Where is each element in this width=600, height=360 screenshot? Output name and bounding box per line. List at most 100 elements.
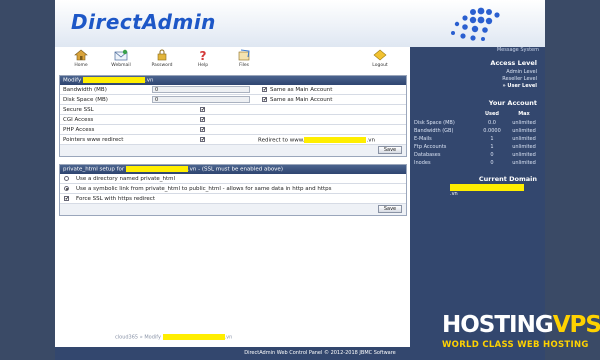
private-option-symlink-radio[interactable] — [64, 186, 69, 191]
pointers-checkbox[interactable]: ✔ — [200, 137, 205, 143]
usage-name[interactable]: Databases — [414, 152, 440, 158]
bandwidth-same-checkbox[interactable]: ✔ — [262, 87, 267, 93]
usage-max: unlimited — [512, 160, 536, 166]
help-icon: ? — [200, 49, 207, 61]
header: DirectAdmin — [55, 0, 545, 47]
pointers-label: Pointers www redirect — [63, 137, 124, 143]
disk-row: Disk Space (MB) 0 ✔ Same as Main Account — [60, 95, 406, 105]
modify-save-button[interactable]: Save — [378, 146, 402, 154]
webmail-button[interactable]: Webmail — [103, 49, 139, 68]
logout-button[interactable]: Logout — [362, 49, 398, 68]
pointers-row: Pointers www redirect ✔ Redirect to www.… — [60, 135, 406, 145]
breadcrumb-domain-redaction — [162, 334, 225, 340]
usage-row: Inodes 0 unlimited — [414, 160, 544, 168]
bandwidth-label: Bandwidth (MB) — [63, 87, 107, 93]
ssl-row: Secure SSL ✔ — [60, 105, 406, 115]
access-level-user[interactable]: » User Level — [502, 83, 537, 89]
password-label: Password — [151, 63, 173, 68]
usage-used: 1 — [490, 136, 494, 142]
modify-domain-panel: Modify .vn Bandwidth (MB) 0 ✔ Same as Ma… — [59, 75, 407, 157]
redirect-domain-redaction — [304, 137, 367, 143]
bandwidth-row: Bandwidth (MB) 0 ✔ Same as Main Account — [60, 85, 406, 95]
bandwidth-input[interactable]: 0 — [152, 86, 250, 93]
current-domain-suffix: .vn — [450, 191, 458, 197]
usage-used: 1 — [490, 144, 494, 150]
usage-row: Disk Space (MB) 0.0 unlimited — [414, 120, 544, 128]
php-label: PHP Access — [63, 127, 95, 133]
toolbar: Home Webmail Password ? Help Files Logou… — [55, 47, 410, 73]
private-option-row: ✔ Force SSL with https redirect — [60, 194, 406, 204]
usage-used: 0.0 — [488, 120, 496, 126]
disk-same-checkbox[interactable]: ✔ — [262, 97, 267, 103]
private-html-panel: private_html setup for .vn - (SSL must b… — [59, 164, 407, 216]
files-button[interactable]: Files — [226, 49, 262, 68]
max-header: Max — [518, 111, 530, 117]
brand-part1: HOSTING — [442, 312, 554, 338]
disk-same-label: Same as Main Account — [270, 97, 333, 103]
breadcrumb-root[interactable]: cloud365 — [115, 335, 138, 341]
usage-row: Databases 0 unlimited — [414, 152, 544, 160]
access-level-reseller[interactable]: Reseller Level — [502, 76, 537, 82]
ssl-label: Secure SSL — [63, 107, 94, 113]
message-system-link[interactable]: Message System — [497, 47, 539, 53]
help-button[interactable]: ? Help — [185, 49, 221, 68]
redirect-label: Redirect to www. .vn — [258, 137, 375, 144]
webmail-icon — [114, 49, 128, 61]
home-icon — [74, 49, 88, 61]
private-button-row: Save — [60, 204, 406, 215]
usage-name[interactable]: E-Mails — [414, 136, 432, 142]
modify-title-prefix: Modify — [63, 77, 82, 84]
usage-name: Inodes — [414, 160, 431, 166]
domain-redaction — [82, 77, 145, 83]
usage-name: Disk Space (MB) — [414, 120, 455, 126]
modify-title-suffix: .vn — [144, 77, 154, 84]
modify-panel-header: Modify .vn — [60, 76, 406, 85]
breadcrumb-arrow: » — [139, 334, 143, 341]
disk-input[interactable]: 0 — [152, 96, 250, 103]
force-ssl-checkbox[interactable]: ✔ — [64, 196, 69, 202]
ssl-checkbox[interactable]: ✔ — [200, 107, 205, 113]
files-icon — [238, 49, 250, 61]
logout-label: Logout — [372, 63, 388, 68]
svg-text:?: ? — [200, 49, 207, 61]
usage-used: 0 — [490, 152, 494, 158]
access-level-title: Access Level — [490, 59, 537, 67]
home-label: Home — [74, 63, 88, 68]
logout-icon — [373, 49, 387, 61]
usage-used: 0 — [490, 160, 494, 166]
access-level-admin[interactable]: Admin Level — [506, 69, 537, 75]
private-option-row: Use a directory named private_html — [60, 174, 406, 184]
help-label: Help — [197, 63, 209, 68]
breadcrumb-suffix: .vn — [224, 334, 233, 341]
current-domain-title: Current Domain — [478, 175, 537, 183]
private-html-title-prefix: private_html setup for — [63, 166, 125, 173]
force-ssl-label: Force SSL with https redirect — [76, 196, 155, 202]
current-domain[interactable]: .vn — [450, 184, 530, 197]
usage-row: Bandwidth (GB) 0.0000 unlimited — [414, 128, 544, 136]
home-button[interactable]: Home — [63, 49, 99, 68]
usage-name[interactable]: Ftp Accounts — [414, 144, 446, 150]
files-label: Files — [239, 63, 249, 68]
bandwidth-same-label: Same as Main Account — [270, 87, 333, 93]
usage-used: 0.0000 — [483, 128, 501, 134]
private-save-button[interactable]: Save — [378, 205, 402, 213]
cgi-checkbox[interactable]: ✔ — [200, 117, 205, 123]
webmail-label: Webmail — [111, 63, 131, 68]
usage-max: unlimited — [512, 144, 536, 150]
private-option-row: Use a symbolic link from private_html to… — [60, 184, 406, 194]
private-option-directory-radio[interactable] — [64, 176, 69, 181]
disk-label: Disk Space (MB) — [63, 97, 108, 103]
php-checkbox[interactable]: ✔ — [200, 127, 205, 133]
redirect-prefix: Redirect to www. — [258, 137, 305, 144]
brand-tagline: WORLD CLASS WEB HOSTING — [442, 340, 589, 350]
cgi-label: CGI Access — [63, 117, 94, 123]
brand-part2: VPS — [552, 312, 600, 338]
page-frame: DirectAdmin Home Webmail Password ? Help… — [55, 0, 545, 360]
used-header: Used — [484, 111, 499, 117]
breadcrumb: cloud365 » Modify .vn — [115, 334, 232, 341]
private-html-header: private_html setup for .vn - (SSL must b… — [60, 165, 406, 174]
breadcrumb-page[interactable]: Modify — [144, 335, 161, 341]
password-button[interactable]: Password — [144, 49, 180, 68]
directadmin-logo[interactable]: DirectAdmin — [71, 10, 216, 34]
usage-max: unlimited — [512, 136, 536, 142]
